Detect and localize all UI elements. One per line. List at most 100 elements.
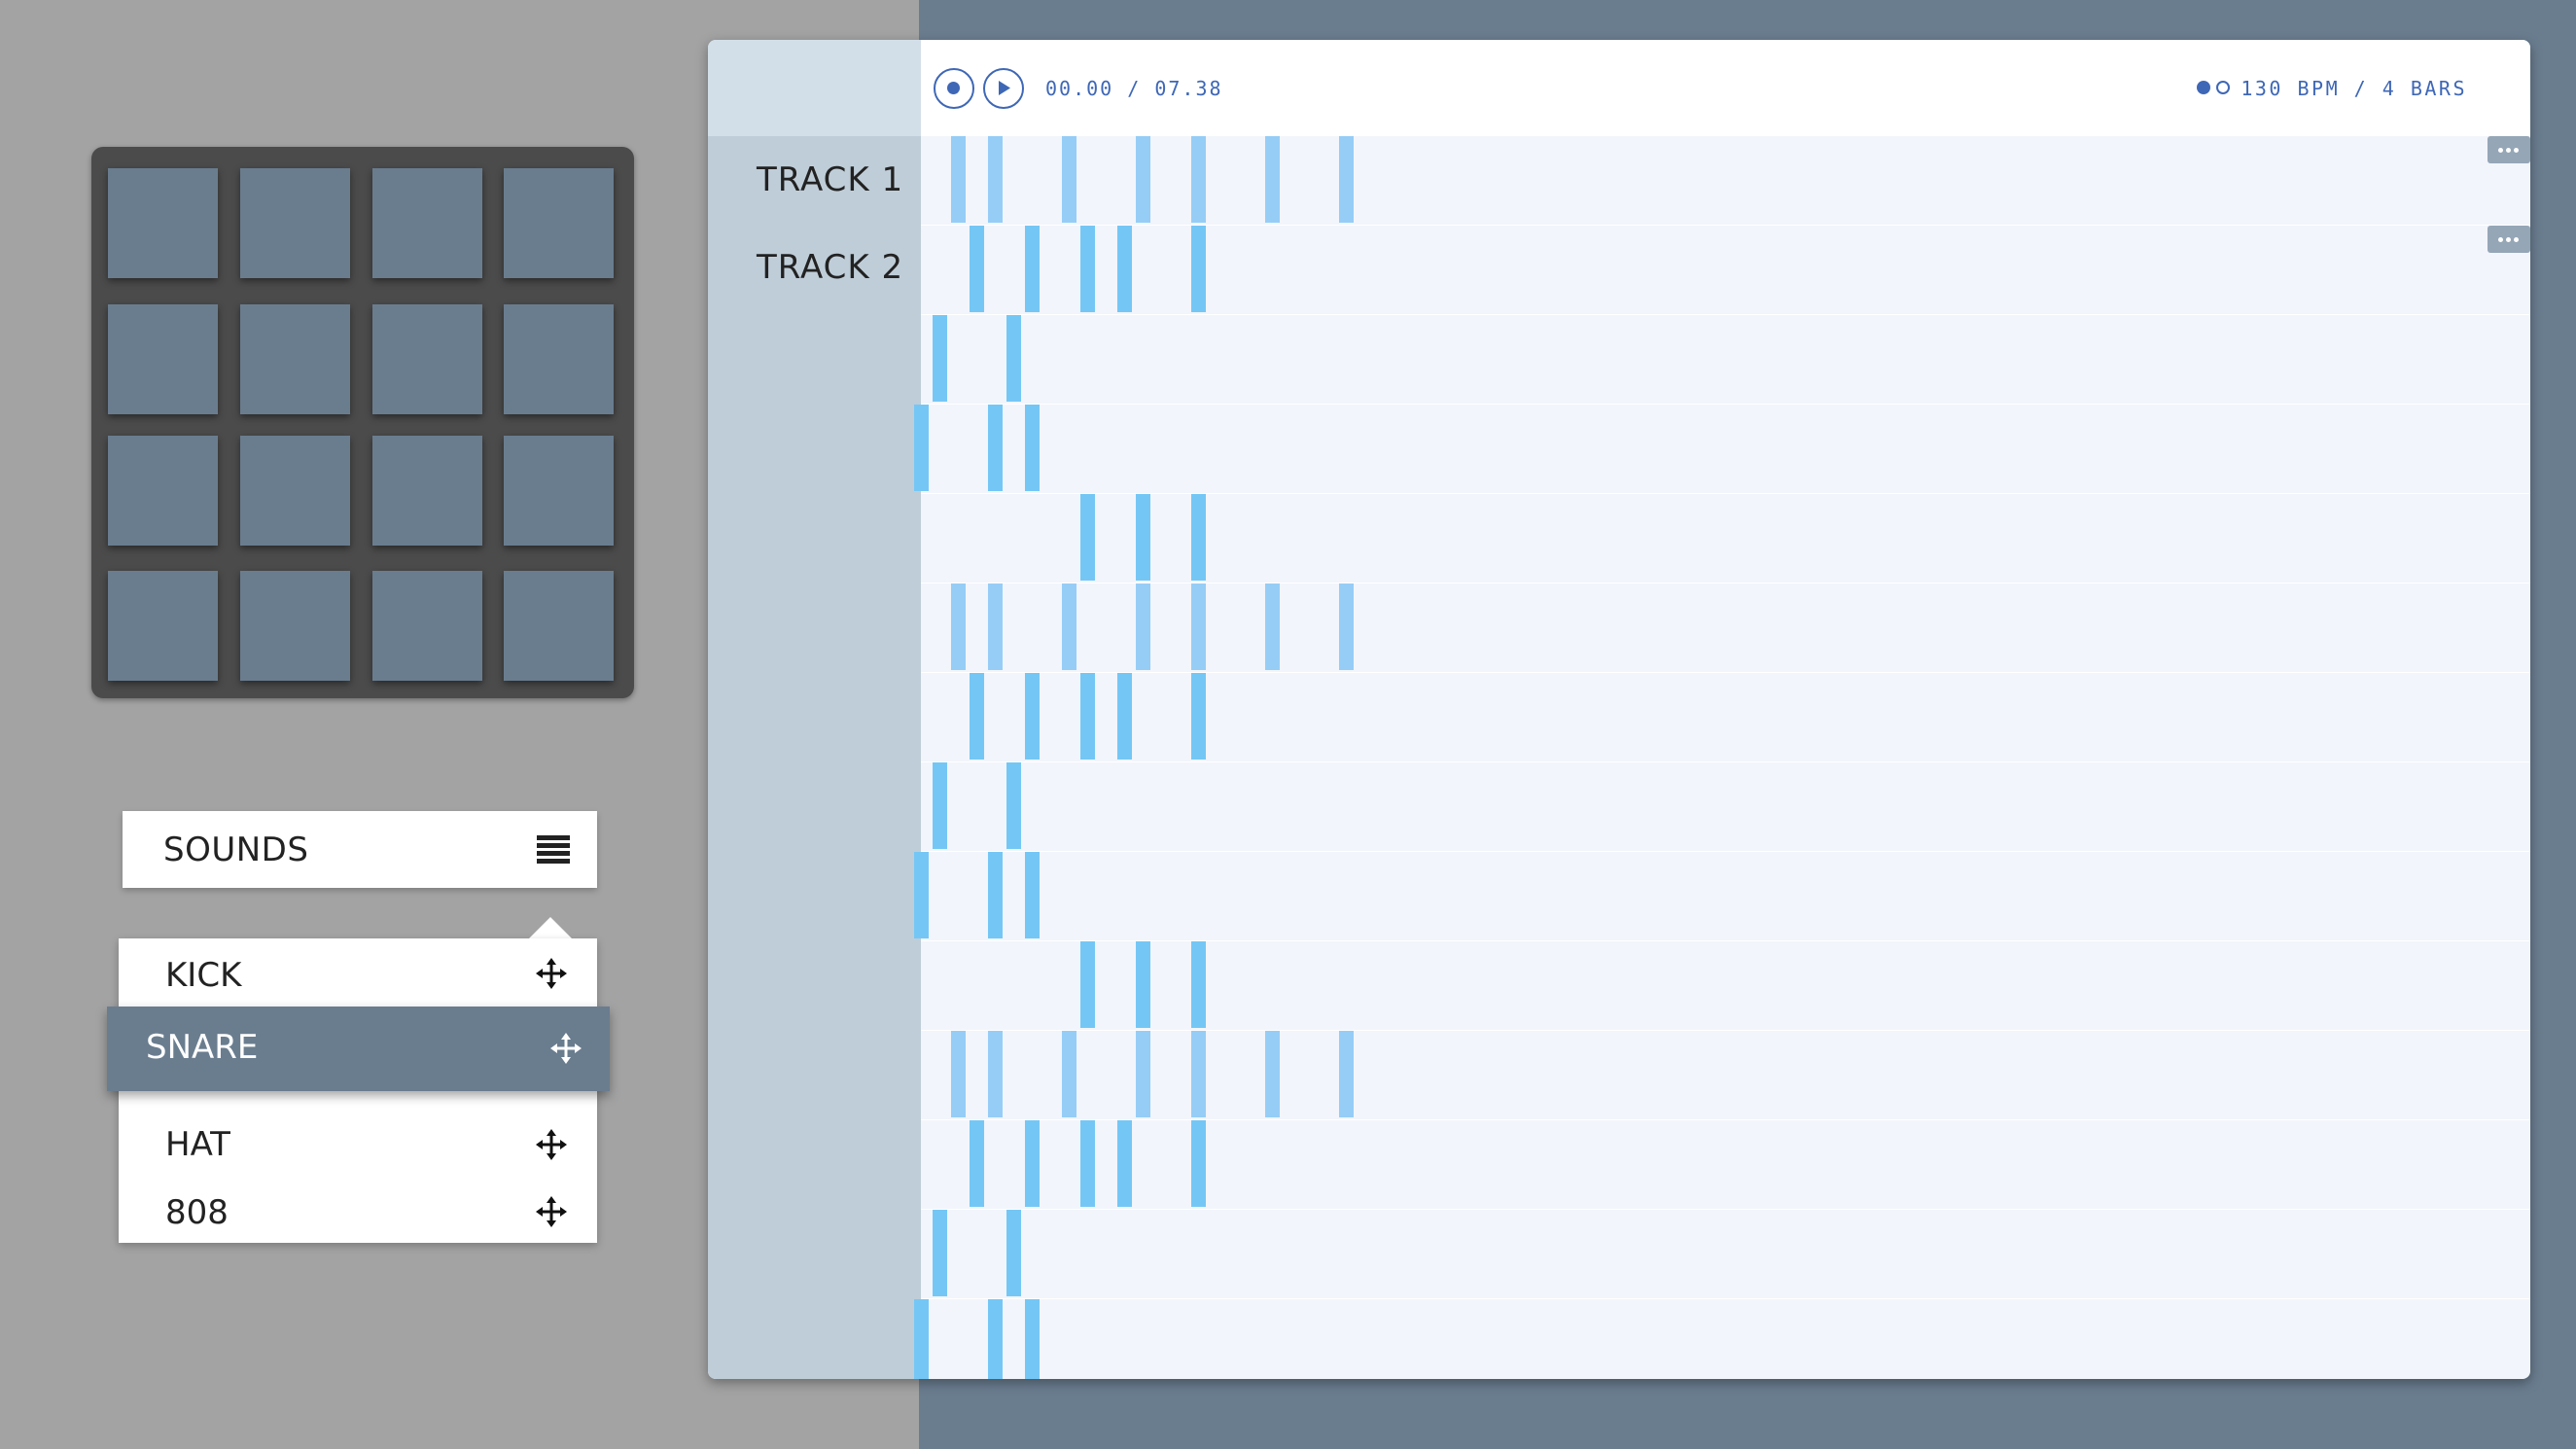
sound-item-snare[interactable]: SNARE (107, 1007, 610, 1091)
step[interactable] (988, 583, 1003, 670)
drum-pad[interactable] (240, 168, 350, 278)
step[interactable] (1191, 941, 1206, 1028)
step[interactable] (1117, 226, 1132, 312)
step[interactable] (1025, 673, 1040, 760)
drum-pad[interactable] (108, 436, 218, 546)
drum-pad[interactable] (372, 436, 482, 546)
step[interactable] (1080, 941, 1095, 1028)
lane (914, 405, 2530, 494)
more-icon[interactable] (2488, 226, 2530, 253)
step[interactable] (1136, 136, 1150, 223)
step[interactable] (1136, 494, 1150, 581)
lane (914, 1299, 2530, 1379)
step[interactable] (1025, 1299, 1040, 1379)
step[interactable] (1080, 494, 1095, 581)
step[interactable] (970, 1120, 984, 1207)
step[interactable] (1080, 1120, 1095, 1207)
drum-pad[interactable] (504, 571, 614, 681)
step[interactable] (1025, 852, 1040, 938)
step[interactable] (914, 1299, 929, 1379)
drum-pad[interactable] (240, 304, 350, 414)
sounds-title: SOUNDS (163, 831, 309, 869)
drum-pad[interactable] (372, 571, 482, 681)
step[interactable] (1025, 1120, 1040, 1207)
step[interactable] (1339, 1031, 1354, 1117)
step[interactable] (1080, 673, 1095, 760)
step[interactable] (1025, 226, 1040, 312)
hamburger-menu-icon[interactable] (537, 835, 570, 865)
sound-item-808[interactable]: 808 (119, 1174, 597, 1244)
step[interactable] (1191, 494, 1206, 581)
step[interactable] (1136, 583, 1150, 670)
track-label: TRACK 2 (757, 248, 904, 287)
step[interactable] (1191, 226, 1206, 312)
move-icon[interactable] (535, 1128, 568, 1161)
step[interactable] (988, 405, 1003, 491)
step[interactable] (1006, 762, 1021, 849)
step[interactable] (1191, 583, 1206, 670)
drum-pad-grid (91, 147, 634, 698)
step[interactable] (970, 673, 984, 760)
lane (921, 1210, 2530, 1299)
sound-item-label: 808 (165, 1193, 229, 1232)
step[interactable] (933, 1210, 947, 1296)
step[interactable] (1062, 583, 1076, 670)
step[interactable] (1265, 136, 1280, 223)
drum-pad[interactable] (108, 168, 218, 278)
step[interactable] (988, 1299, 1003, 1379)
step[interactable] (933, 315, 947, 402)
step[interactable] (1191, 1120, 1206, 1207)
sound-item-label: SNARE (146, 1028, 259, 1067)
lane (921, 494, 2530, 583)
drum-pad[interactable] (108, 304, 218, 414)
drum-pad[interactable] (240, 571, 350, 681)
step[interactable] (951, 583, 966, 670)
move-icon[interactable] (535, 957, 568, 990)
step[interactable] (951, 136, 966, 223)
record-icon (947, 82, 960, 94)
step[interactable] (1339, 583, 1354, 670)
record-button[interactable] (934, 68, 974, 109)
step[interactable] (1006, 1210, 1021, 1296)
drum-pad[interactable] (240, 436, 350, 546)
step[interactable] (1136, 941, 1150, 1028)
step[interactable] (1339, 136, 1354, 223)
step[interactable] (988, 1031, 1003, 1117)
step[interactable] (1191, 136, 1206, 223)
drum-pad[interactable] (108, 571, 218, 681)
drum-pad[interactable] (504, 168, 614, 278)
step[interactable] (1117, 673, 1132, 760)
sound-item-hat[interactable]: HAT (119, 1110, 597, 1180)
lane (914, 852, 2530, 941)
step[interactable] (1265, 1031, 1280, 1117)
lane (921, 762, 2530, 852)
step[interactable] (933, 762, 947, 849)
step[interactable] (914, 852, 929, 938)
move-icon[interactable] (549, 1032, 582, 1065)
sound-item-kick[interactable]: KICK (119, 938, 597, 1008)
step[interactable] (951, 1031, 966, 1117)
step[interactable] (1136, 1031, 1150, 1117)
more-icon[interactable] (2488, 136, 2530, 163)
drum-pad[interactable] (504, 436, 614, 546)
step[interactable] (988, 136, 1003, 223)
sequencer-lanes (914, 136, 2530, 1379)
step[interactable] (1265, 583, 1280, 670)
step[interactable] (1191, 1031, 1206, 1117)
step[interactable] (914, 405, 929, 491)
step[interactable] (970, 226, 984, 312)
step[interactable] (1117, 1120, 1132, 1207)
step[interactable] (1025, 405, 1040, 491)
toggle-dots-icon[interactable] (2195, 79, 2234, 96)
drum-pad[interactable] (504, 304, 614, 414)
step[interactable] (1191, 673, 1206, 760)
step[interactable] (1062, 1031, 1076, 1117)
move-icon[interactable] (535, 1195, 568, 1228)
drum-pad[interactable] (372, 168, 482, 278)
play-button[interactable] (983, 68, 1024, 109)
step[interactable] (1062, 136, 1076, 223)
step[interactable] (1006, 315, 1021, 402)
step[interactable] (1080, 226, 1095, 312)
step[interactable] (988, 852, 1003, 938)
drum-pad[interactable] (372, 304, 482, 414)
